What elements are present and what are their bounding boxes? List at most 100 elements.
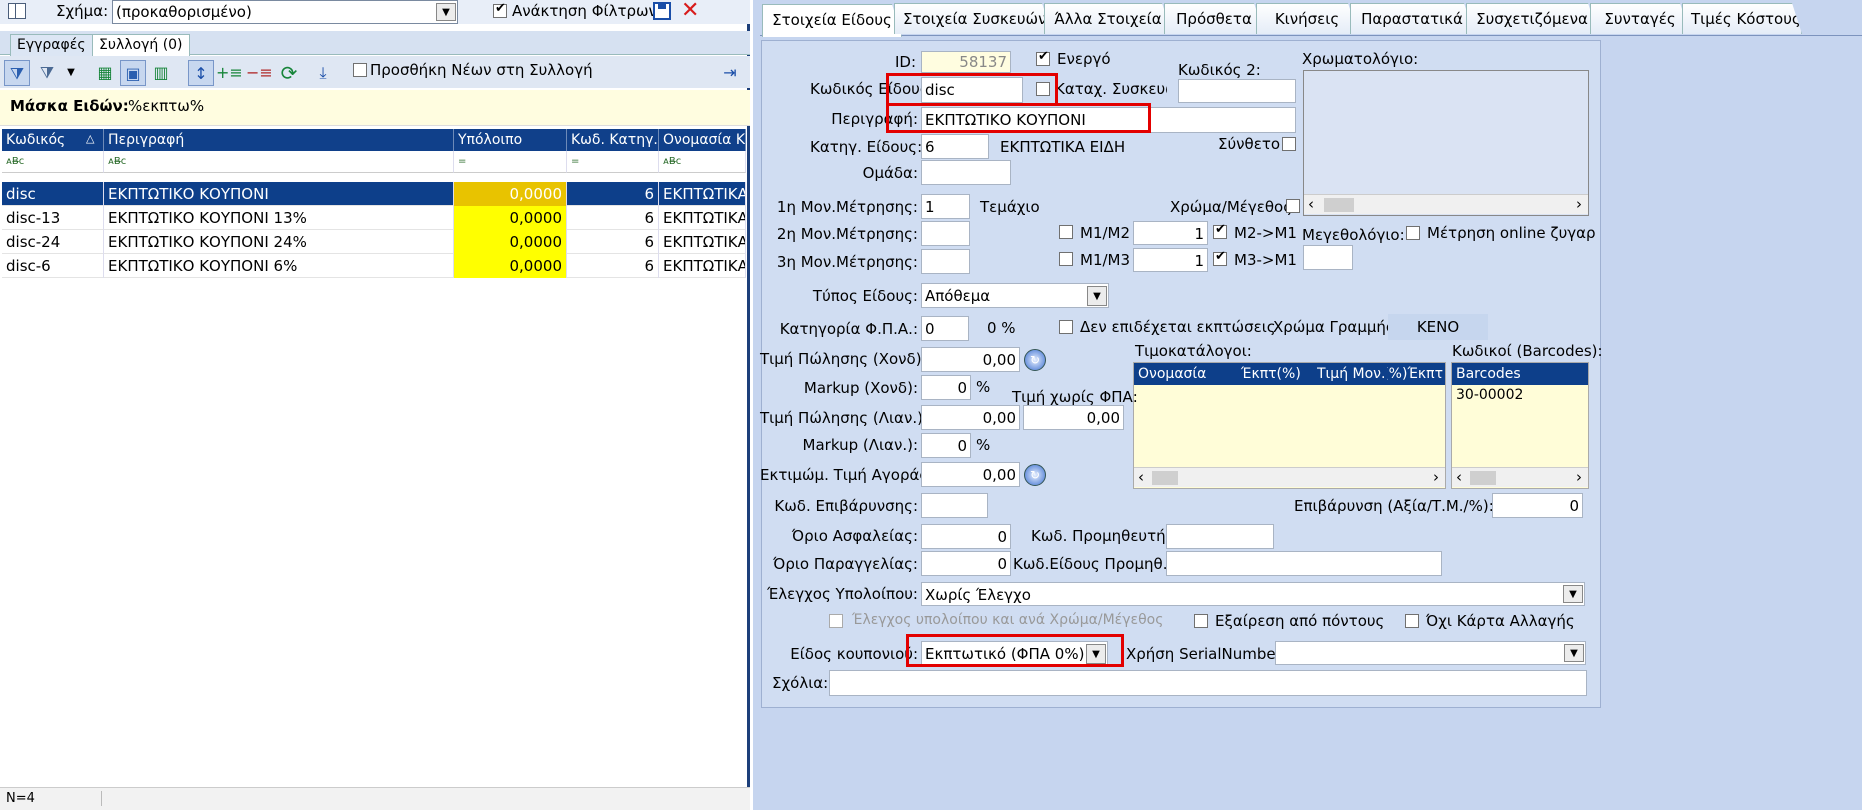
type-select[interactable]: Απόθεμα ▼ — [921, 283, 1109, 308]
filter-clear-icon[interactable]: ⧩ — [34, 60, 60, 86]
chevron-down-icon[interactable]: ▼ — [1087, 286, 1107, 306]
pricelists-scrollbar[interactable]: ‹ › — [1134, 467, 1445, 487]
grid-filter-cell[interactable]: = — [454, 151, 567, 173]
table-cell-code: disc-6 — [2, 254, 104, 278]
safety-input[interactable]: 0 — [921, 524, 1011, 549]
unit1-label: 1η Μον.Μέτρησης: — [776, 198, 918, 216]
grid-filter-cell[interactable]: ᴀB̶c — [2, 151, 104, 173]
supplier-item-input[interactable] — [1166, 551, 1442, 576]
balance-check-select[interactable]: Χωρίς Έλεγχο ▼ — [921, 582, 1585, 606]
tab-0[interactable]: Στοιχεία Είδους — [762, 4, 902, 37]
m1m2-input[interactable]: 1 — [1133, 221, 1208, 245]
no-discount-checkbox[interactable] — [1059, 320, 1073, 334]
add-row-icon[interactable]: +≡ — [216, 60, 243, 86]
size-chart-input[interactable] — [1303, 245, 1353, 270]
tab-2[interactable]: Άλλα Στοιχεία — [1044, 3, 1172, 34]
table-cell-code: disc-24 — [2, 230, 104, 254]
grid-filter-cell[interactable]: ᴀB̶c — [659, 151, 746, 173]
table-cell-balance: 0,0000 — [454, 206, 567, 230]
filter-checkbox[interactable] — [493, 1, 507, 18]
markup-retail-input[interactable]: 0 — [921, 433, 971, 458]
grid-col-header[interactable]: Ονομασία Κα — [659, 129, 746, 151]
download-icon[interactable]: ⤓ — [310, 60, 336, 86]
unit2-input[interactable] — [921, 221, 970, 246]
m1m3-input[interactable]: 1 — [1133, 248, 1208, 272]
grid-icon[interactable]: ▦ — [92, 60, 118, 86]
color-size-checkbox[interactable] — [1286, 199, 1300, 213]
line-color-swatch[interactable]: ΚΕΝΟ — [1388, 314, 1488, 340]
filter-icon[interactable]: ⧩ — [4, 60, 30, 86]
layout-icon[interactable] — [8, 3, 26, 19]
barcodes-scrollbar[interactable]: ‹ › — [1452, 467, 1588, 487]
close-icon[interactable]: ✕ — [681, 0, 699, 23]
active-checkbox[interactable] — [1036, 49, 1050, 66]
grid-filter-cell[interactable]: = — [567, 151, 659, 173]
tab-3[interactable]: Πρόσθετα — [1164, 3, 1264, 34]
add-new-checkbox[interactable] — [353, 63, 367, 77]
barcode-item[interactable]: 30-00002 — [1456, 387, 1523, 403]
safety-value: 0 — [997, 528, 1007, 546]
comments-input[interactable] — [829, 670, 1587, 696]
calc-icon[interactable]: ↻ — [1024, 464, 1046, 486]
markup-wholesale-input[interactable]: 0 — [921, 375, 971, 400]
category-input[interactable]: 6 — [921, 134, 989, 159]
chevron-down-icon[interactable]: ▼ — [436, 3, 456, 21]
calc-icon[interactable]: ↻ — [1024, 349, 1046, 371]
chevron-down-icon[interactable]: ▼ — [1564, 644, 1584, 662]
reorder-value: 0 — [997, 555, 1007, 573]
m1m3-label: M1/M3 — [1080, 251, 1131, 269]
m1m2-checkbox[interactable] — [1059, 225, 1073, 239]
wholesale-input[interactable]: 0,00 — [921, 347, 1020, 372]
pin-panel-icon[interactable]: ⇥ — [717, 60, 743, 86]
vat-input[interactable]: 0 — [921, 316, 969, 341]
unit3-input[interactable] — [921, 249, 970, 274]
grid-col-header[interactable]: Υπόλοιπο — [454, 129, 567, 151]
exclude-points-checkbox[interactable] — [1194, 614, 1208, 628]
type-value: Απόθεμα — [925, 287, 991, 305]
grid-filter-cell[interactable]: ᴀB̶c — [104, 151, 454, 173]
markup-wholesale-pct: % — [976, 378, 991, 396]
tab-1[interactable]: Στοιχεία Συσκευών — [894, 3, 1052, 34]
purchase-input[interactable]: 0,00 — [921, 462, 1020, 487]
save-icon[interactable] — [653, 2, 671, 20]
tab-6[interactable]: Συσχετιζόμενα — [1466, 3, 1598, 34]
surcharge-code-label: Κωδ. Επιβάρυνσης: — [774, 497, 918, 515]
group-input[interactable] — [921, 160, 1011, 185]
supplier-input[interactable] — [1166, 524, 1274, 549]
tab-4[interactable]: Κινήσεις — [1256, 3, 1358, 34]
tab-7[interactable]: Συνταγές — [1590, 3, 1690, 34]
exclude-points-label: Εξαίρεση από πόντους — [1215, 612, 1385, 630]
color-chart-scrollbar[interactable]: ‹ › — [1304, 194, 1588, 214]
grid-col-header[interactable]: Περιγραφή — [104, 129, 454, 151]
composite-checkbox[interactable] — [1282, 137, 1296, 151]
online-scale-checkbox[interactable] — [1406, 226, 1420, 240]
m1m3-checkbox[interactable] — [1059, 252, 1073, 266]
no-gift-card-checkbox[interactable] — [1405, 614, 1419, 628]
surcharge-input[interactable]: 0 — [1492, 493, 1583, 518]
tab-8[interactable]: Τιμές Κόστους — [1682, 3, 1802, 34]
tab-collection[interactable]: Συλλογή (0) — [92, 34, 190, 56]
reorder-input[interactable]: 0 — [921, 551, 1011, 576]
columns-icon[interactable]: ▥ — [148, 60, 174, 86]
retail-input[interactable]: 0,00 — [921, 405, 1020, 430]
serial-select[interactable]: ▼ — [1275, 641, 1586, 665]
refresh-icon[interactable]: ⟳ — [276, 60, 302, 86]
surcharge-code-input[interactable] — [921, 493, 988, 518]
tab-entries[interactable]: Εγγραφές — [10, 34, 93, 56]
grid-col-header[interactable]: Κωδ. Κατηγ. — [567, 129, 659, 151]
sort-icon[interactable]: ↕ — [188, 60, 214, 86]
chevron-down-icon[interactable]: ▼ — [58, 60, 84, 86]
filter-toggle-icon[interactable]: ▣ — [120, 60, 146, 86]
balance-check-value: Χωρίς Έλεγχο — [925, 586, 1031, 604]
remove-row-icon[interactable]: −≡ — [246, 60, 273, 86]
unit1-input[interactable]: 1 — [921, 194, 970, 219]
code2-input[interactable] — [1178, 79, 1296, 103]
chevron-down-icon[interactable]: ▼ — [1563, 585, 1583, 603]
m1m3-value: 1 — [1194, 252, 1204, 270]
m3m1-checkbox[interactable] — [1213, 249, 1227, 266]
composite-label: Σύνθετο — [1218, 135, 1281, 153]
m2m1-checkbox[interactable] — [1213, 222, 1227, 239]
retail-novat-input[interactable]: 0,00 — [1023, 405, 1124, 430]
tab-5[interactable]: Παραστατικά — [1350, 3, 1474, 34]
schema-select[interactable]: (προκαθορισμένο) ▼ — [112, 0, 458, 24]
